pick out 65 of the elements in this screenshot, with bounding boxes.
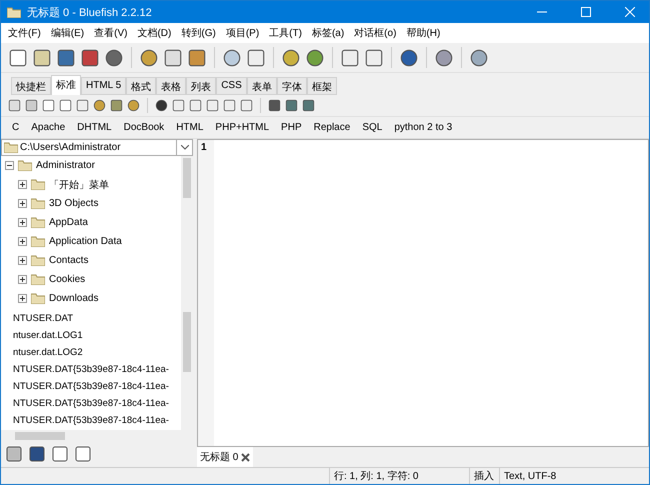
menu-item[interactable]: 文档(D) [132,26,176,40]
tab[interactable]: HTML 5 [81,77,126,95]
file-item[interactable]: NTUSER.DAT{53b39e87-18c4-11ea- [1,412,181,430]
expander-icon[interactable] [18,199,27,208]
snippet-menu[interactable]: C [7,122,24,133]
menu-item[interactable]: 项目(P) [220,26,264,40]
scrollbar[interactable] [181,156,193,310]
menu-item[interactable]: 对话框(o) [349,26,402,40]
app-icon [7,6,21,18]
tree-item[interactable]: AppData [49,217,88,228]
tab[interactable]: 快捷栏 [11,77,51,95]
tree-item[interactable]: Downloads [49,293,98,304]
tab[interactable]: 表格 [156,77,186,95]
snippet-menu[interactable]: Apache [26,122,70,133]
tab[interactable]: CSS [216,77,247,95]
tab[interactable]: 字体 [276,77,307,95]
snippet-menu[interactable]: PHP [276,122,307,133]
menu-item[interactable]: 查看(V) [89,26,132,40]
menu-item[interactable]: 文件(F) [3,26,46,40]
path-combo-box[interactable]: C:\Users\Administrator [1,139,193,156]
menu-item[interactable]: 转到(G) [176,26,221,40]
snippet-menu[interactable]: Replace [308,122,356,133]
chevron-down-icon [180,145,188,150]
tree-item[interactable]: 「开始」菜单 [49,178,109,192]
tab[interactable]: 标准 [51,75,81,95]
cursor-position: 行: 1, 列: 1, 字符: 0 [329,468,469,484]
snippet-menu[interactable]: DocBook [118,122,170,133]
snippet-menu[interactable]: python 2 to 3 [389,122,458,133]
tab[interactable]: 框架 [306,77,337,95]
file-item[interactable]: NTUSER.DAT{53b39e87-18c4-11ea- [1,395,181,412]
file-item[interactable]: NTUSER.DAT{53b39e87-18c4-11ea- [1,378,181,396]
file-item[interactable]: ntuser.dat.LOG2 [1,344,181,362]
file-item[interactable]: ntuser.dat.LOG1 [1,327,181,344]
tab[interactable]: 表单 [246,77,277,95]
insert-mode: 插入 [469,468,499,484]
expander-icon[interactable] [18,275,27,284]
file-item[interactable]: NTUSER.DAT{53b39e87-18c4-11ea- [1,361,181,378]
expander-icon[interactable] [18,180,27,189]
tree-item[interactable]: Cookies [49,274,86,285]
document-tab[interactable]: 无标题 0 [197,447,254,467]
snippet-menu[interactable]: PHP+HTML [210,122,274,133]
tree-item[interactable]: Contacts [49,255,88,266]
tree-item[interactable]: Administrator [36,160,95,171]
snippet-menu[interactable]: SQL [357,122,388,133]
menu-item[interactable]: 工具(T) [264,26,307,40]
maximize-icon [581,7,591,17]
expander-icon[interactable] [18,237,27,246]
window-title: 无标题 0 - Bluefish 2.2.12 [27,6,153,20]
menu-item[interactable]: 标签(a) [306,26,350,40]
file-item[interactable]: NTUSER.DAT [1,310,181,328]
tree-item[interactable]: 3D Objects [49,198,98,209]
editor-area[interactable]: 1 [197,139,649,447]
expander-icon[interactable] [5,161,14,170]
tree-item[interactable]: Application Data [49,236,122,247]
menu-item[interactable]: 帮助(H) [401,26,446,40]
tab[interactable]: 格式 [126,77,156,95]
expander-icon[interactable] [18,294,27,303]
menu-item[interactable]: 编辑(E) [46,26,90,40]
line-number: 1 [200,141,208,153]
snippet-menu[interactable]: DHTML [72,122,117,133]
encoding-label: Text, UTF-8 [499,468,649,484]
snippet-menu[interactable]: HTML [171,122,208,133]
expander-icon[interactable] [18,218,27,227]
tab[interactable]: 列表 [186,77,216,95]
expander-icon[interactable] [18,256,27,265]
